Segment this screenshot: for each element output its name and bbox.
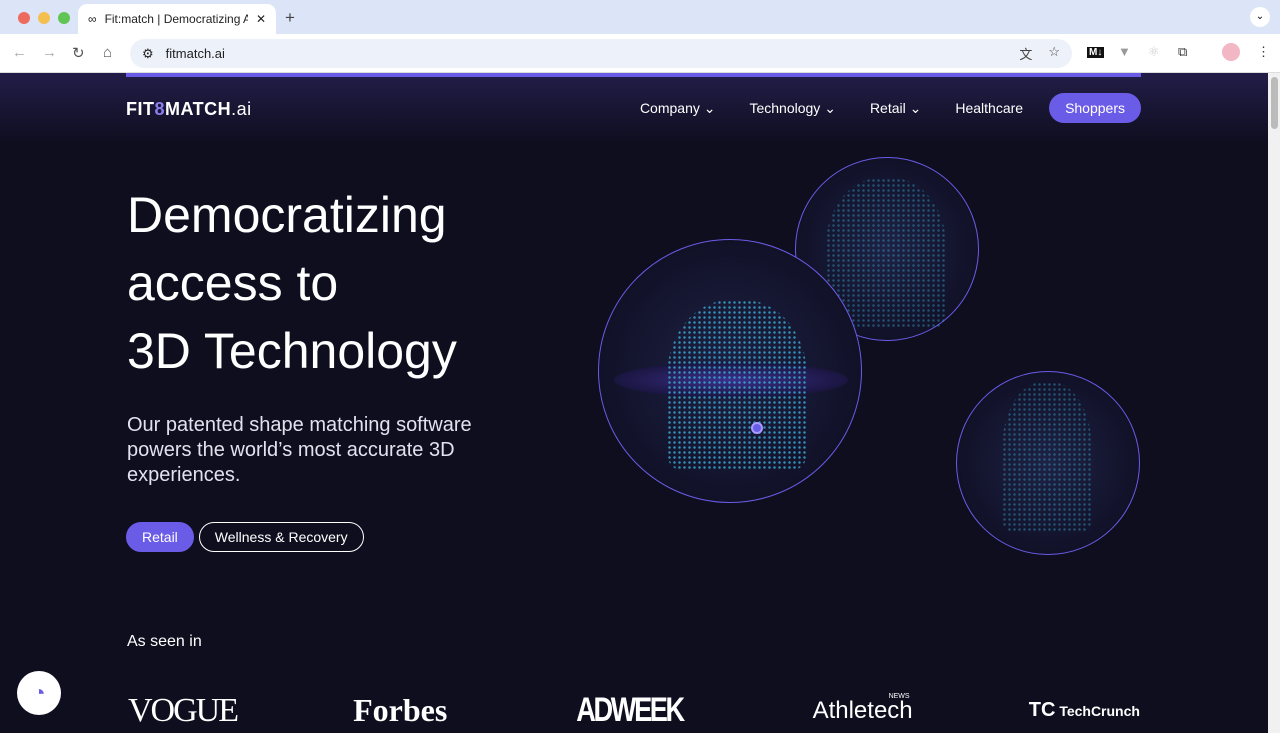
- fitmatch-logo[interactable]: FIT8MATCH.ai: [126, 99, 252, 120]
- site-settings-icon[interactable]: ⚙: [142, 46, 154, 62]
- techcrunch-logo: TC TechCrunch: [1028, 699, 1140, 721]
- vue-extension-icon[interactable]: ▼: [1118, 44, 1131, 59]
- forward-icon[interactable]: →: [42, 44, 57, 61]
- browser-toolbar: ← → ↻ ⌂ ⚙ fitmatch.ai ⽂ ☆ M↓ ▼ ⚛ ⧉ ⋮: [0, 34, 1280, 73]
- shoppers-button[interactable]: Shoppers: [1049, 93, 1141, 123]
- menu-icon[interactable]: ⋮: [1257, 44, 1270, 60]
- retail-button[interactable]: Retail: [126, 522, 194, 552]
- forbes-logo: Forbes: [353, 692, 448, 728]
- close-window-button[interactable]: [18, 12, 30, 24]
- tab-bar: ∞ Fit:match | Democratizing Acc ✕ + ⌄: [0, 0, 1280, 34]
- nav-technology[interactable]: Technology ⌄: [749, 100, 835, 117]
- main-nav: Company ⌄ Technology ⌄ Retail ⌄ Healthca…: [640, 93, 1141, 123]
- new-tab-button[interactable]: +: [285, 8, 295, 28]
- maximize-button[interactable]: [58, 12, 70, 24]
- nav-company[interactable]: Company ⌄: [640, 100, 716, 117]
- home-icon[interactable]: ⌂: [103, 44, 112, 61]
- hero-heading: Democratizing access to 3D Technology: [127, 187, 457, 379]
- nav-healthcare[interactable]: Healthcare: [955, 100, 1023, 116]
- hero-subtitle: Our patented shape matching software pow…: [127, 414, 472, 486]
- head-scan-circle: [598, 239, 862, 503]
- window-controls[interactable]: [18, 12, 70, 24]
- legs-scan-circle: [956, 371, 1140, 555]
- head-scan-figure: [667, 300, 807, 470]
- press-logos: VOGUE Forbes ADWEEK Athletech NEWS TC Tec…: [128, 691, 1140, 730]
- profile-avatar[interactable]: [1222, 43, 1240, 61]
- chevron-down-icon: ⌄: [909, 99, 922, 116]
- webpage: FIT8MATCH.ai Company ⌄ Technology ⌄ Reta…: [0, 73, 1268, 733]
- wellness-recovery-button[interactable]: Wellness & Recovery: [198, 522, 364, 552]
- bookmark-star-icon[interactable]: ☆: [1048, 44, 1060, 63]
- tab-search-button[interactable]: ⌄: [1250, 7, 1270, 27]
- translate-icon[interactable]: ⽂: [1019, 44, 1032, 63]
- minimize-button[interactable]: [38, 12, 50, 24]
- reload-icon[interactable]: ↻: [72, 44, 85, 62]
- back-icon[interactable]: ←: [12, 44, 27, 61]
- cookie-settings-icon[interactable]: ◔: [17, 671, 61, 715]
- react-extension-icon[interactable]: ⚛: [1148, 44, 1160, 60]
- tab-title: Fit:match | Democratizing Acc: [104, 12, 248, 26]
- scrollbar[interactable]: [1268, 73, 1280, 733]
- extensions-icon[interactable]: ⧉: [1178, 44, 1187, 60]
- press-heading: As seen in: [127, 633, 202, 650]
- favicon-icon: ∞: [88, 12, 97, 26]
- accent-bar: [126, 73, 1141, 77]
- scan-point-icon: [751, 422, 763, 434]
- url-text[interactable]: fitmatch.ai: [166, 46, 225, 61]
- adweek-logo: ADWEEK: [576, 691, 686, 729]
- address-bar[interactable]: ⚙ fitmatch.ai ⽂ ☆: [130, 39, 1072, 68]
- markdown-extension-icon[interactable]: M↓: [1087, 47, 1105, 58]
- nav-retail[interactable]: Retail ⌄: [870, 100, 921, 117]
- browser-tab[interactable]: ∞ Fit:match | Democratizing Acc ✕: [78, 4, 276, 34]
- chevron-down-icon: ⌄: [824, 99, 836, 116]
- chevron-down-icon: ⌄: [703, 99, 716, 116]
- tc-mark-icon: TC: [1028, 699, 1056, 721]
- vogue-logo: VOGUE: [128, 691, 239, 729]
- close-tab-icon[interactable]: ✕: [256, 12, 266, 26]
- athletech-logo: Athletech NEWS: [812, 692, 913, 724]
